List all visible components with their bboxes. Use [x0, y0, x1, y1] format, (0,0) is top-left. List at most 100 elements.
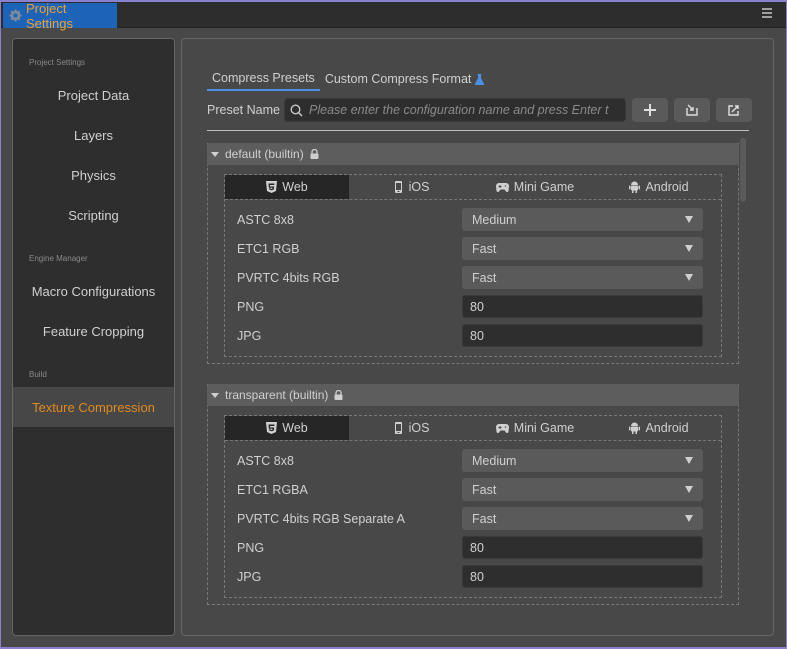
project-settings-window: Project Settings Project Settings Projec…	[1, 1, 786, 647]
quality-select[interactable]: Medium	[462, 208, 703, 231]
preset-header[interactable]: transparent (builtin)	[207, 384, 739, 406]
quality-number-input[interactable]: 80	[462, 295, 703, 318]
format-label: PVRTC 4bits RGB Separate A	[237, 511, 405, 526]
tab-bar: Compress Presets Custom Compress Format	[207, 67, 489, 93]
android-icon	[629, 422, 641, 434]
platform-tab-mini-game[interactable]: Mini Game	[473, 416, 597, 440]
preset-title: transparent (builtin)	[225, 388, 329, 402]
tab-compress-presets[interactable]: Compress Presets	[207, 67, 320, 91]
vertical-scrollbar[interactable]	[740, 138, 746, 202]
android-icon	[629, 181, 641, 193]
sidebar-item-texture-compression[interactable]: Texture Compression	[13, 387, 174, 427]
platform-tab-web[interactable]: Web	[225, 416, 349, 440]
format-rows: ASTC 8x8 Medium ETC1 RGB Fast PVRTC 4bit…	[225, 200, 721, 356]
sidebar-item-layers[interactable]: Layers	[13, 115, 174, 155]
title-bar: Project Settings	[1, 1, 786, 31]
sidebar-item-scripting[interactable]: Scripting	[13, 195, 174, 235]
platform-tab-android[interactable]: Android	[597, 416, 721, 440]
hamburger-menu-icon[interactable]	[762, 8, 772, 20]
search-icon	[290, 103, 303, 117]
main-panel: Compress Presets Custom Compress Format …	[181, 38, 774, 636]
caret-down-icon	[211, 151, 219, 157]
export-preset-button[interactable]	[716, 98, 752, 122]
dropdown-arrow-icon	[685, 515, 693, 522]
format-label: PNG	[237, 540, 265, 555]
platform-tab-web[interactable]: Web	[225, 175, 349, 199]
format-row-astc: ASTC 8x8 Medium	[225, 446, 721, 475]
platform-tabs: Web iOS Mini Game Android	[225, 175, 721, 200]
quality-number-input[interactable]: 80	[462, 536, 703, 559]
preset-card-transparent: transparent (builtin) Web iOS Mini Game …	[207, 384, 739, 605]
phone-icon	[394, 422, 402, 434]
dropdown-arrow-icon	[685, 457, 693, 464]
lock-icon	[310, 149, 319, 159]
tab-custom-compress-format[interactable]: Custom Compress Format	[320, 67, 490, 91]
platform-tab-label: Mini Game	[513, 180, 575, 194]
preset-search-input[interactable]	[309, 103, 609, 117]
format-label: PVRTC 4bits RGB	[237, 270, 340, 285]
sidebar-group-label: Engine Manager	[29, 254, 88, 263]
platform-tab-label: Web	[282, 421, 308, 435]
select-value: Fast	[472, 482, 497, 497]
select-value: Medium	[472, 453, 517, 468]
format-label: ASTC 8x8	[237, 453, 294, 468]
platform-tab-label: Web	[282, 180, 308, 194]
tab-label: Compress Presets	[212, 71, 315, 85]
sidebar-group-label: Build	[29, 370, 47, 379]
quality-select[interactable]: Fast	[462, 507, 703, 530]
quality-select[interactable]: Fast	[462, 478, 703, 501]
format-row-png: PNG 80	[225, 533, 721, 562]
preset-card-default: default (builtin) Web iOS Mini Game Andr…	[207, 143, 739, 364]
import-preset-button[interactable]	[674, 98, 710, 122]
format-label: ETC1 RGB	[237, 241, 300, 256]
export-icon	[728, 105, 739, 116]
dropdown-arrow-icon	[685, 486, 693, 493]
platform-tab-android[interactable]: Android	[597, 175, 721, 199]
platform-settings: Web iOS Mini Game Android ASTC 8x8 Mediu…	[224, 415, 722, 598]
platform-tab-mini-game[interactable]: Mini Game	[473, 175, 597, 199]
gear-icon	[9, 9, 22, 22]
add-preset-button[interactable]	[632, 98, 668, 122]
platform-tab-label: Mini Game	[513, 421, 575, 435]
gamepad-icon	[495, 424, 509, 433]
sidebar: Project Settings Project Data Layers Phy…	[12, 38, 175, 636]
sidebar-group-label: Project Settings	[29, 58, 86, 67]
preset-list: default (builtin) Web iOS Mini Game Andr…	[207, 143, 739, 613]
quality-select[interactable]: Medium	[462, 449, 703, 472]
platform-tab-label: Android	[645, 421, 689, 435]
quality-number-input[interactable]: 80	[462, 324, 703, 347]
dropdown-arrow-icon	[685, 216, 693, 223]
plus-icon	[644, 104, 656, 116]
format-row-etc1: ETC1 RGB Fast	[225, 234, 721, 263]
preset-name-row: Preset Name	[207, 98, 752, 122]
format-row-etc1: ETC1 RGBA Fast	[225, 475, 721, 504]
window-tab[interactable]: Project Settings	[3, 1, 117, 31]
caret-down-icon	[211, 392, 219, 398]
select-value: Fast	[472, 241, 497, 256]
format-row-jpg: JPG 80	[225, 321, 721, 350]
html5-icon	[266, 181, 278, 193]
platform-tab-label: iOS	[408, 180, 430, 194]
gamepad-icon	[495, 183, 509, 192]
select-value: Medium	[472, 212, 517, 227]
quality-select[interactable]: Fast	[462, 237, 703, 260]
format-row-astc: ASTC 8x8 Medium	[225, 205, 721, 234]
format-label: ETC1 RGBA	[237, 482, 308, 497]
format-row-pvrtc: PVRTC 4bits RGB Separate A Fast	[225, 504, 721, 533]
lock-icon	[334, 390, 343, 400]
dropdown-arrow-icon	[685, 245, 693, 252]
sidebar-item-physics[interactable]: Physics	[13, 155, 174, 195]
quality-select[interactable]: Fast	[462, 266, 703, 289]
html5-icon	[266, 422, 278, 434]
preset-title: default (builtin)	[225, 147, 304, 161]
platform-tab-ios[interactable]: iOS	[349, 416, 473, 440]
platform-settings: Web iOS Mini Game Android ASTC 8x8 Mediu…	[224, 174, 722, 357]
sidebar-item-feature-cropping[interactable]: Feature Cropping	[13, 311, 174, 351]
quality-number-input[interactable]: 80	[462, 565, 703, 588]
preset-name-label: Preset Name	[207, 103, 280, 117]
platform-tab-ios[interactable]: iOS	[349, 175, 473, 199]
sidebar-item-macro-configurations[interactable]: Macro Configurations	[13, 271, 174, 311]
preset-header[interactable]: default (builtin)	[207, 143, 739, 165]
sidebar-item-project-data[interactable]: Project Data	[13, 75, 174, 115]
preset-search-field[interactable]	[284, 98, 626, 122]
